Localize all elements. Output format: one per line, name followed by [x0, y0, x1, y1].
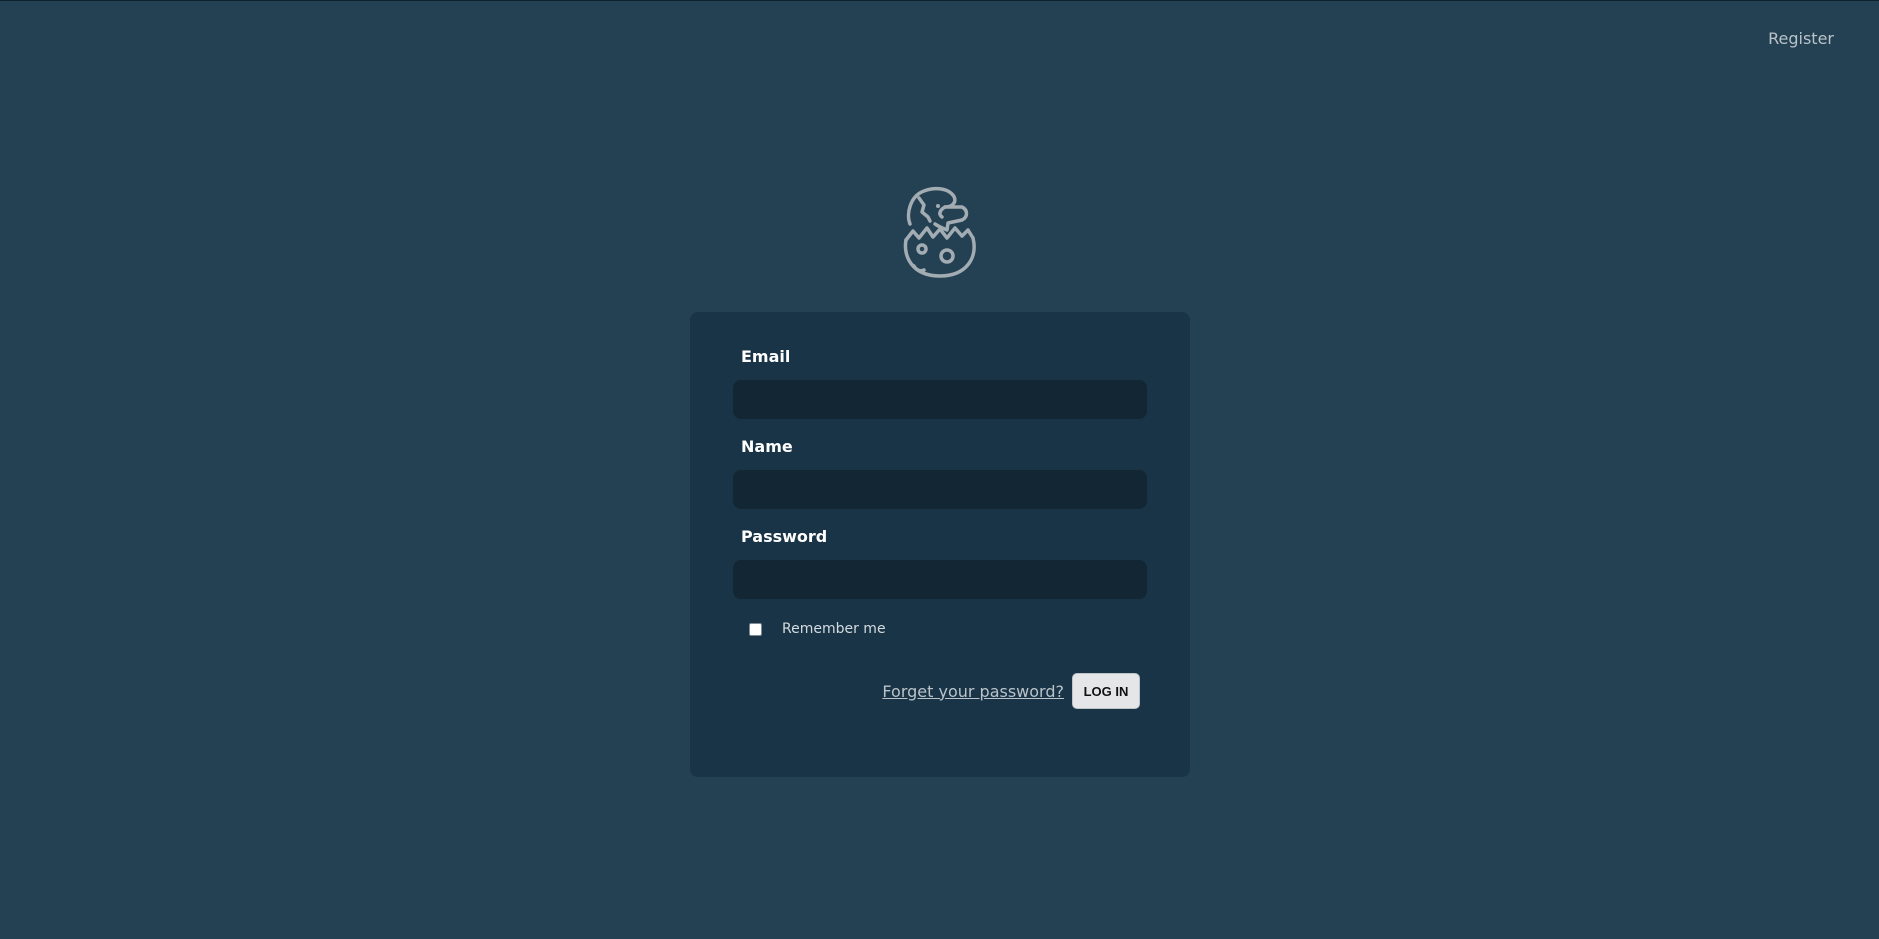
form-actions: Forget your password? LOG IN [733, 673, 1147, 709]
remember-me-label: Remember me [782, 621, 886, 637]
password-label: Password [741, 527, 828, 546]
login-card: Email Name Password Remember me Forget y… [690, 312, 1190, 777]
email-label: Email [741, 347, 791, 366]
login-button[interactable]: LOG IN [1072, 673, 1140, 709]
forgot-password-link[interactable]: Forget your password? [882, 682, 1064, 701]
remember-me-checkbox[interactable] [749, 622, 762, 636]
email-input[interactable] [733, 380, 1147, 419]
name-label: Name [741, 437, 793, 456]
hatching-dinosaur-egg-icon [902, 186, 978, 280]
register-link[interactable]: Register [1768, 29, 1834, 48]
top-nav: Register [1768, 29, 1834, 48]
remember-me-row: Remember me [733, 619, 1147, 639]
name-input[interactable] [733, 470, 1147, 509]
password-input[interactable] [733, 560, 1147, 599]
